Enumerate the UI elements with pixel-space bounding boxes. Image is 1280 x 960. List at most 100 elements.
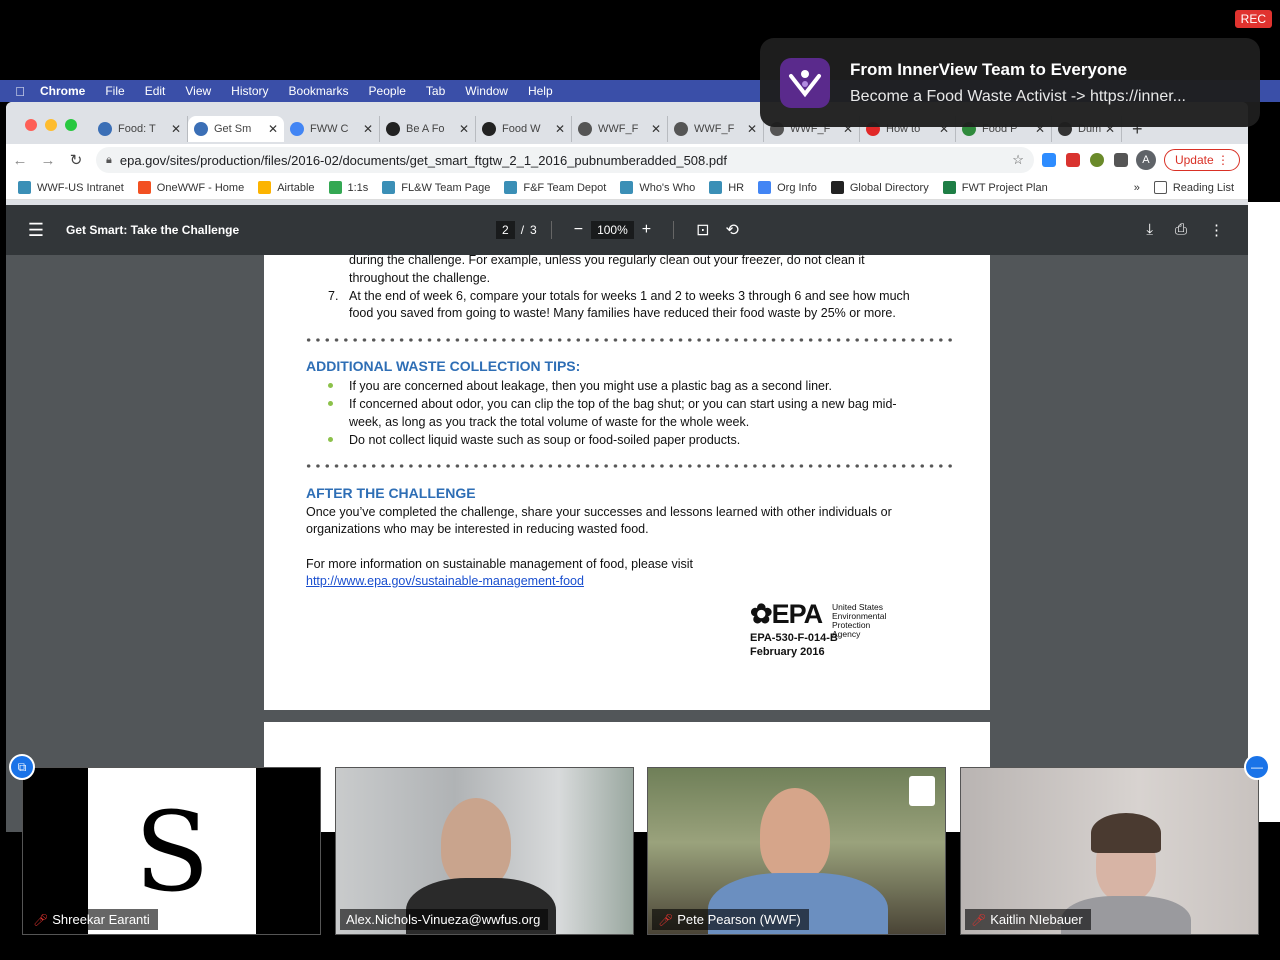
close-tab-icon[interactable]: ✕: [651, 122, 661, 136]
zoom-out-icon[interactable]: −: [574, 221, 583, 239]
menu-history[interactable]: History: [231, 84, 268, 98]
more-bookmarks-icon[interactable]: »: [1134, 182, 1140, 194]
participant-name-bar: Alex.Nichols-Vinueza@wwfus.org: [340, 909, 549, 930]
bookmark-item[interactable]: Airtable: [258, 181, 315, 194]
divider: [550, 221, 552, 239]
reading-list[interactable]: Reading List: [1153, 181, 1234, 194]
epa-flower-icon: ✿: [750, 599, 773, 629]
notification-text: From InnerView Team to Everyone Become a…: [850, 60, 1186, 106]
pdf-text-line: If concerned about odor, you can clip th…: [349, 397, 897, 411]
fit-page-icon[interactable]: ⊡: [696, 220, 709, 240]
bookmark-item[interactable]: Org Info: [758, 181, 817, 194]
rotate-icon[interactable]: ⟲: [726, 220, 739, 240]
participant-tile[interactable]: 🎤︎ Kaitlin NIebauer: [960, 767, 1259, 935]
page-total: 3: [530, 223, 537, 237]
reload-icon[interactable]: ↻: [62, 151, 90, 169]
epa-link[interactable]: http://www.epa.gov/sustainable-managemen…: [306, 574, 584, 588]
tab-active[interactable]: Get Sm ✕: [188, 116, 284, 142]
menu-edit[interactable]: Edit: [145, 84, 166, 98]
download-icon[interactable]: ⤓: [1146, 221, 1153, 239]
participant-name: Kaitlin NIebauer: [990, 912, 1083, 927]
forward-arrow-icon[interactable]: →: [34, 152, 62, 169]
menu-people[interactable]: People: [369, 84, 406, 98]
minimize-window-button[interactable]: [45, 119, 57, 131]
menu-tab[interactable]: Tab: [426, 84, 445, 98]
tab[interactable]: Be A Fo ✕: [380, 116, 476, 142]
close-tab-icon[interactable]: ✕: [747, 122, 757, 136]
epa-date: February 2016: [750, 646, 825, 658]
more-options-icon[interactable]: ⋮: [1209, 221, 1224, 239]
pdf-text-line: week, as long as you track the total vol…: [349, 415, 750, 429]
view-participants-icon[interactable]: ⧉: [9, 754, 35, 780]
epa-agency-name: United States Environmental Protection A…: [832, 603, 886, 639]
dotted-divider: [304, 463, 952, 469]
zoom-level-input[interactable]: 100%: [591, 221, 634, 239]
minimize-gallery-icon[interactable]: —: [1244, 754, 1270, 780]
bookmark-label: Global Directory: [849, 181, 929, 194]
list-number: 7.: [328, 289, 339, 303]
zoom-in-icon[interactable]: +: [642, 221, 651, 239]
epa-logo: ✿EPA: [750, 599, 838, 630]
bookmark-item[interactable]: Global Directory: [830, 181, 929, 194]
puzzle-extensions-icon[interactable]: [1113, 153, 1128, 167]
tab[interactable]: Food W ✕: [476, 116, 572, 142]
chrome-window: Food: T ✕ Get Sm ✕ FWW C ✕ Be A Fo ✕ Food W ✕…: [6, 102, 1248, 832]
tab[interactable]: WWF_F ✕: [572, 116, 668, 142]
apple-icon[interactable]: : [0, 84, 40, 99]
bookmark-item[interactable]: OneWWF - Home: [137, 181, 244, 194]
close-tab-icon[interactable]: ✕: [459, 122, 469, 136]
agency-line: Agency: [832, 629, 861, 639]
menu-help[interactable]: Help: [528, 84, 553, 98]
tab[interactable]: FWW C ✕: [284, 116, 380, 142]
participant-tile[interactable]: 🎤︎ Pete Pearson (WWF): [647, 767, 946, 935]
notification-message: Become a Food Waste Activist -> https://…: [850, 87, 1186, 105]
green-extension-icon[interactable]: [1089, 153, 1104, 167]
reading-list-label: Reading List: [1172, 181, 1234, 194]
maximize-window-button[interactable]: [65, 119, 77, 131]
lock-icon: 🔒︎: [106, 153, 112, 166]
zoom-extension-icon[interactable]: [1041, 153, 1056, 167]
menu-view[interactable]: View: [185, 84, 211, 98]
update-label: Update: [1174, 153, 1214, 167]
participant-tile[interactable]: Alex.Nichols-Vinueza@wwfus.org: [335, 767, 634, 935]
pdf-extension-icon[interactable]: [1065, 153, 1080, 167]
close-window-button[interactable]: [25, 119, 37, 131]
menu-window[interactable]: Window: [465, 84, 508, 98]
close-tab-icon[interactable]: ✕: [555, 122, 565, 136]
hamburger-menu-icon[interactable]: ☰: [6, 220, 66, 241]
participant-video: [1091, 813, 1161, 853]
tab[interactable]: WWF_F ✕: [668, 116, 764, 142]
profile-avatar[interactable]: A: [1135, 150, 1156, 170]
tab-label: FWW C: [310, 123, 349, 135]
bookmark-item[interactable]: WWF-US Intranet: [18, 181, 124, 194]
close-tab-icon[interactable]: ✕: [171, 122, 181, 136]
print-icon[interactable]: ⎙: [1175, 221, 1187, 239]
menu-file[interactable]: File: [105, 84, 124, 98]
participant-tile[interactable]: S 🎤︎ Shreekar Earanti: [22, 767, 321, 935]
tab[interactable]: Food: T ✕: [92, 116, 188, 142]
page-number-input[interactable]: 2: [496, 221, 515, 239]
pdf-viewport[interactable]: during the challenge. For example, unles…: [6, 255, 1248, 832]
bookmark-item[interactable]: FWT Project Plan: [942, 181, 1048, 194]
pdf-actions: ⤓ ⎙ ⋮: [1146, 221, 1224, 239]
menu-bookmarks[interactable]: Bookmarks: [289, 84, 349, 98]
chat-notification[interactable]: From InnerView Team to Everyone Become a…: [760, 38, 1260, 127]
airtable-icon: [258, 181, 272, 194]
bookmark-star-icon[interactable]: ☆: [1012, 152, 1024, 168]
reading-list-icon: [1153, 181, 1167, 194]
bookmark-item[interactable]: FL&W Team Page: [382, 181, 490, 194]
back-arrow-icon[interactable]: ←: [6, 152, 34, 169]
address-bar[interactable]: 🔒︎ epa.gov/sites/production/files/2016-0…: [96, 147, 1034, 173]
menu-chrome[interactable]: Chrome: [40, 84, 85, 98]
participant-video: [760, 788, 830, 880]
bookmark-item[interactable]: HR: [709, 181, 744, 194]
update-button[interactable]: Update ⋮: [1163, 149, 1240, 171]
wwf-globe-icon: [18, 181, 31, 194]
close-tab-icon[interactable]: ✕: [363, 122, 373, 136]
bookmark-item[interactable]: 1:1s: [328, 181, 368, 194]
close-tab-icon[interactable]: ✕: [268, 122, 278, 136]
pdf-text-line: Do not collect liquid waste such as soup…: [349, 433, 741, 447]
bookmark-label: HR: [728, 181, 745, 194]
bookmark-item[interactable]: F&F Team Depot: [504, 181, 606, 194]
bookmark-item[interactable]: Who's Who: [620, 181, 695, 194]
